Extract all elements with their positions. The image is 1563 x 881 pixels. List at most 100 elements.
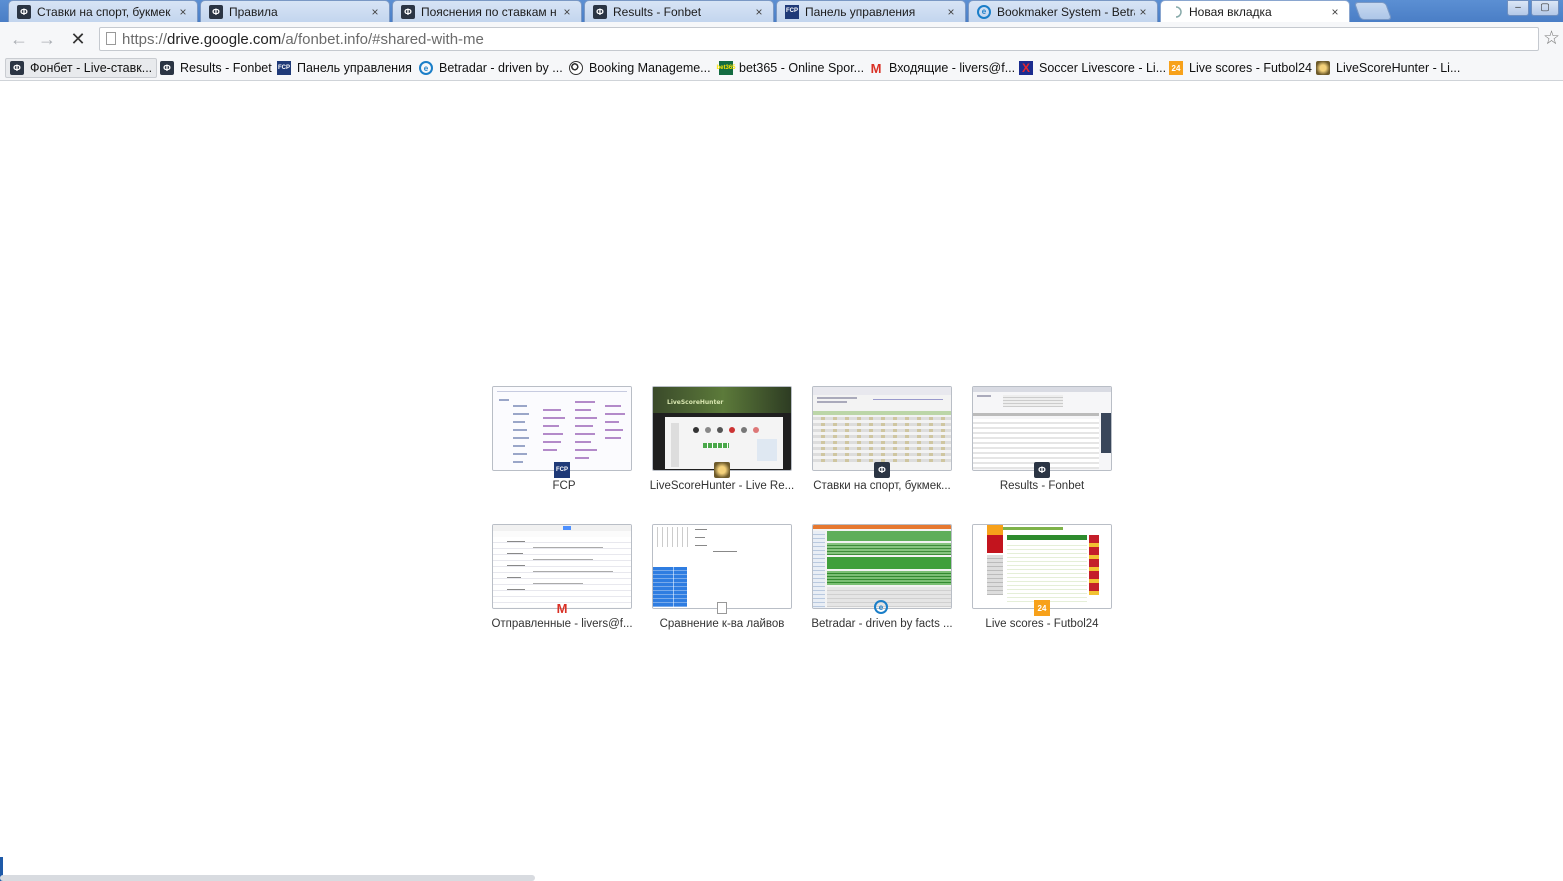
most-visited-tile-betradar[interactable] [812,524,952,609]
tab-results-fonbet[interactable]: Ф Results - Fonbet × [584,0,774,22]
most-visited-tile-spreadsheet[interactable] [652,524,792,609]
minimize-button[interactable]: – [1507,0,1529,16]
address-bar[interactable]: https://drive.google.com/a/fonbet.info/#… [99,27,1539,51]
gmail-icon: M [870,60,882,76]
new-tab-button[interactable] [1353,2,1393,20]
tab-bookmaker-system[interactable]: e Bookmaker System - Betra × [968,0,1158,22]
betradar-icon: e [419,61,433,75]
soccer-ball-icon [569,61,583,75]
livescorehunter-icon [1316,61,1330,75]
bookmark-label: Results - Fonbet [180,61,272,75]
soccer-livescore-icon: X [1019,61,1033,75]
back-button[interactable]: ← [8,28,30,50]
bookmark-star-icon[interactable]: ☆ [1543,27,1560,50]
fcp-icon: FCP [277,61,291,75]
horizontal-scrollbar[interactable] [0,875,535,881]
close-icon[interactable]: × [559,5,575,19]
fonbet-icon: Ф [401,4,415,19]
most-visited-tile-fcp[interactable] [492,386,632,471]
bookmark-panel-upravleniya[interactable]: FCP Панель управления [277,58,412,78]
tab-title: Ставки на спорт, букмек [37,4,171,19]
fonbet-icon: Ф [17,4,31,19]
bookmark-fonbet-live[interactable]: Ф Фонбет - Live-ставк... [5,58,158,78]
bookmark-label: Betradar - driven by ... [439,61,563,75]
close-icon[interactable]: × [1135,5,1151,19]
most-visited-tile-futbol24[interactable] [972,524,1112,609]
most-visited-label[interactable]: LiveScoreHunter - Live Re... [642,480,802,492]
fonbet-icon: Ф [209,4,223,19]
most-visited-label[interactable]: Ставки на спорт, букмек... [802,480,962,492]
tab-title: Пояснения по ставкам н [421,4,557,19]
most-visited-tile-livescorehunter[interactable]: LiveScoreHunter [652,386,792,471]
bookmark-booking-management[interactable]: Booking Manageme... [569,58,711,78]
close-icon[interactable]: × [751,5,767,19]
bookmark-inbox[interactable]: M Входящие - livers@f... [869,58,1016,78]
tab-new-tab[interactable]: Новая вкладка × [1160,0,1350,22]
url-host: drive.google.com [167,31,282,48]
most-visited-tile-results-fonbet[interactable] [972,386,1112,471]
bookmark-soccer-livescore[interactable]: X Soccer Livescore - Li... [1019,58,1166,78]
most-visited-label[interactable]: Betradar - driven by facts ... [802,618,962,630]
page-thumbnail [493,525,631,608]
url-text[interactable]: https://drive.google.com/a/fonbet.info/#… [122,31,484,48]
gmail-icon: M [556,600,568,616]
fonbet-icon: Ф [1034,462,1050,478]
livescorehunter-icon [714,462,730,478]
bookmark-futbol24[interactable]: 24 Live scores - Futbol24 [1169,58,1312,78]
most-visited-tile-stavki[interactable] [812,386,952,471]
fcp-icon: FCP [785,4,799,19]
bookmark-label: LiveScoreHunter - Li... [1336,61,1461,75]
close-icon[interactable]: × [1327,5,1343,19]
tab-title: Новая вкладка [1189,5,1272,19]
tab-title: Bookmaker System - Betra [997,4,1135,19]
tab-panel-upravleniya[interactable]: FCP Панель управления × [776,0,966,22]
page-thumbnail [973,387,1111,470]
forward-button[interactable]: → [36,28,58,50]
bookmark-label: bet365 - Online Spor... [739,61,865,75]
most-visited-label[interactable]: Отправленные - livers@f... [482,618,642,630]
fonbet-icon: Ф [593,4,607,19]
fonbet-icon: Ф [874,462,890,478]
most-visited-label[interactable]: Results - Fonbet [962,480,1122,492]
fonbet-icon: Ф [10,61,24,75]
document-icon [714,600,730,616]
tab-pravila[interactable]: Ф Правила × [200,0,390,22]
bookmarks-bar: Ф Фонбет - Live-ставк... Ф Results - Fon… [0,56,1563,81]
url-path: /a/fonbet.info/#shared-with-me [281,31,484,48]
futbol24-icon: 24 [1034,600,1050,616]
most-visited-label[interactable]: Live scores - Futbol24 [962,618,1122,630]
bookmark-bet365[interactable]: bet365 bet365 - Online Spor... [717,58,865,78]
browser-toolbar: ← → ✕ https://drive.google.com/a/fonbet.… [0,22,1563,57]
stop-button[interactable]: ✕ [67,28,89,50]
loading-spinner-icon [1169,5,1183,19]
url-scheme: https:// [122,31,168,48]
fonbet-icon: Ф [160,61,174,75]
page-thumbnail [813,525,951,608]
maximize-button[interactable]: ▢ [1531,0,1559,16]
page-thumbnail [653,525,791,608]
close-icon[interactable]: × [175,5,191,19]
bookmark-label: Booking Manageme... [589,61,711,75]
bookmark-results-fonbet[interactable]: Ф Results - Fonbet [160,58,272,78]
new-tab-page: FCP FCP LiveScoreHunter LiveScoreHunter … [0,81,1563,871]
tab-title: Правила [229,4,278,19]
betradar-icon: e [977,4,991,19]
most-visited-tile-sent-mail[interactable] [492,524,632,609]
page-thumbnail [813,387,951,470]
close-icon[interactable]: × [943,5,959,19]
tab-stavki[interactable]: Ф Ставки на спорт, букмек × [8,0,198,22]
bookmark-livescorehunter[interactable]: LiveScoreHunter - Li... [1316,58,1460,78]
bookmark-label: Live scores - Futbol24 [1189,61,1312,75]
close-icon[interactable]: × [367,5,383,19]
bet365-icon: bet365 [717,61,736,75]
tab-title: Results - Fonbet [613,4,702,19]
bookmark-label: Входящие - livers@f... [889,61,1016,75]
tab-strip: Ф Ставки на спорт, букмек × Ф Правила × … [0,0,1563,22]
page-thumbnail [493,387,631,470]
page-thumbnail: LiveScoreHunter [653,387,791,470]
bookmark-label: Фонбет - Live-ставк... [30,61,153,75]
tab-poyasneniya[interactable]: Ф Пояснения по ставкам н × [392,0,582,22]
bookmark-betradar[interactable]: e Betradar - driven by ... [419,58,563,78]
most-visited-label[interactable]: Сравнение к-ва лайвов [642,618,802,630]
most-visited-label[interactable]: FCP [484,480,644,492]
